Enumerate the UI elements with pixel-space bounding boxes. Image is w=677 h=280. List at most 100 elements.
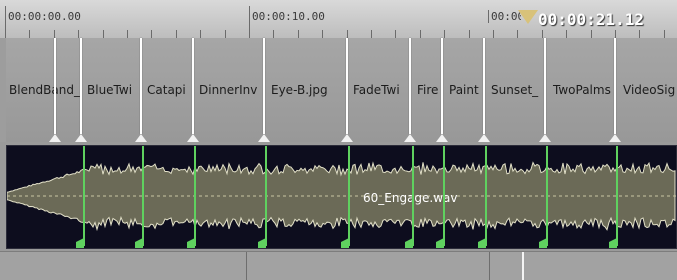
audio-marker-line — [443, 146, 445, 246]
ruler-tick — [176, 30, 177, 38]
transition-line — [409, 38, 411, 134]
ruler-tick — [298, 30, 299, 38]
ruler-tick — [591, 30, 592, 38]
video-clip-label: Sunset_ — [491, 83, 539, 97]
empty-track[interactable] — [0, 251, 677, 280]
video-clip[interactable]: FadeTwi — [350, 38, 414, 142]
transition-handle[interactable] — [341, 38, 353, 142]
video-clip-label: TwoPalms — [553, 83, 611, 97]
ruler-tick — [444, 30, 445, 38]
transition-line — [346, 38, 348, 134]
audio-waveform — [7, 161, 676, 232]
video-clip[interactable]: TwoPalms — [550, 38, 620, 142]
video-clip[interactable]: Sunset_ — [488, 38, 550, 142]
ruler-tick — [78, 30, 79, 38]
transition-triangle-icon — [609, 134, 621, 142]
audio-marker-line — [546, 146, 548, 246]
transition-handle[interactable] — [609, 38, 621, 142]
transition-triangle-icon — [539, 134, 551, 142]
video-clip-label: BlendBand_ — [9, 83, 80, 97]
transition-triangle-icon — [187, 134, 199, 142]
transition-line — [140, 38, 142, 134]
waveform-shape — [7, 161, 676, 232]
transition-triangle-icon — [478, 134, 490, 142]
ruler-tick — [5, 30, 6, 38]
transition-triangle-icon — [75, 134, 87, 142]
transition-handle[interactable] — [436, 38, 448, 142]
ruler-tick — [127, 30, 128, 38]
transition-triangle-icon — [49, 134, 61, 142]
transition-line — [483, 38, 485, 134]
video-clip-label: Catapi — [147, 83, 186, 97]
video-clip[interactable]: DinnerInv — [196, 38, 268, 142]
transition-handle[interactable] — [187, 38, 199, 142]
video-clip-label: FadeTwi — [353, 83, 400, 97]
ruler-tick — [54, 30, 55, 38]
transition-handle[interactable] — [539, 38, 551, 142]
ruler-tick — [566, 30, 567, 38]
transition-handle[interactable] — [75, 38, 87, 142]
audio-marker-line — [485, 146, 487, 246]
transition-handle[interactable] — [258, 38, 270, 142]
ruler-tick — [249, 30, 250, 38]
timeline-editor: 00:00:00.00 00:00:10.00 00:00:20.00 00:0… — [0, 0, 677, 280]
time-ruler[interactable]: 00:00:00.00 00:00:10.00 00:00:20.00 00:0… — [0, 0, 677, 39]
transition-triangle-icon — [341, 134, 353, 142]
audio-marker-line — [83, 146, 85, 246]
ruler-tick — [200, 30, 201, 38]
track-divider — [489, 252, 490, 280]
ruler-tick — [420, 30, 421, 38]
ruler-tick — [517, 30, 518, 38]
transition-line — [54, 38, 56, 134]
ruler-tick — [29, 30, 30, 38]
ruler-tick — [395, 30, 396, 38]
ruler-tick — [615, 30, 616, 38]
ruler-tick — [664, 30, 665, 38]
ruler-tick — [371, 30, 372, 38]
ruler-tick — [347, 30, 348, 38]
transition-handle[interactable] — [49, 38, 61, 142]
transition-handle[interactable] — [478, 38, 490, 142]
audio-marker-line — [194, 146, 196, 246]
ruler-tick — [151, 30, 152, 38]
ruler-tick — [273, 30, 274, 38]
transition-line — [80, 38, 82, 134]
audio-marker-line — [142, 146, 144, 246]
ruler-timecode-10: 00:00:10.00 — [249, 6, 325, 32]
video-clip-label: BlueTwi — [87, 83, 133, 97]
ruler-tick — [542, 30, 543, 38]
transition-line — [192, 38, 194, 134]
audio-marker-line — [265, 146, 267, 246]
transition-line — [441, 38, 443, 134]
transition-line — [263, 38, 265, 134]
video-clip[interactable]: Eye-B.jpg — [268, 38, 350, 142]
transition-triangle-icon — [258, 134, 270, 142]
transition-handle[interactable] — [135, 38, 147, 142]
transition-line — [544, 38, 546, 134]
video-clip[interactable]: Catapi — [144, 38, 196, 142]
video-clip-label: Eye-B.jpg — [271, 83, 328, 97]
ruler-timecode-20: 00:00:20.00 — [488, 10, 521, 23]
video-clip[interactable]: BlendBand_ — [6, 38, 84, 142]
video-track[interactable]: BlendBand_ BlueTwi Catapi DinnerInv Eye-B.jp… — [0, 38, 677, 142]
video-clip[interactable]: BlueTwi — [84, 38, 144, 142]
ruler-tick — [639, 30, 640, 38]
playhead-line[interactable] — [522, 252, 524, 280]
transition-triangle-icon — [436, 134, 448, 142]
transition-triangle-icon — [404, 134, 416, 142]
ruler-tick — [103, 30, 104, 38]
audio-track[interactable]: 60_Engage.wav — [6, 145, 677, 249]
ruler-tick — [469, 30, 470, 38]
video-clip-label: DinnerInv — [199, 83, 258, 97]
transition-handle[interactable] — [404, 38, 416, 142]
video-clip-label: Fire — [417, 83, 439, 97]
transition-line — [614, 38, 616, 134]
playhead-marker-icon[interactable] — [518, 10, 538, 24]
transition-triangle-icon — [135, 134, 147, 142]
ruler-tick — [493, 30, 494, 38]
video-clip[interactable]: VideoSig — [620, 38, 677, 142]
audio-marker-line — [616, 146, 618, 246]
video-clip-label: VideoSig — [623, 83, 676, 97]
ruler-timecode-0: 00:00:00.00 — [5, 6, 81, 32]
audio-marker-line — [348, 146, 350, 246]
